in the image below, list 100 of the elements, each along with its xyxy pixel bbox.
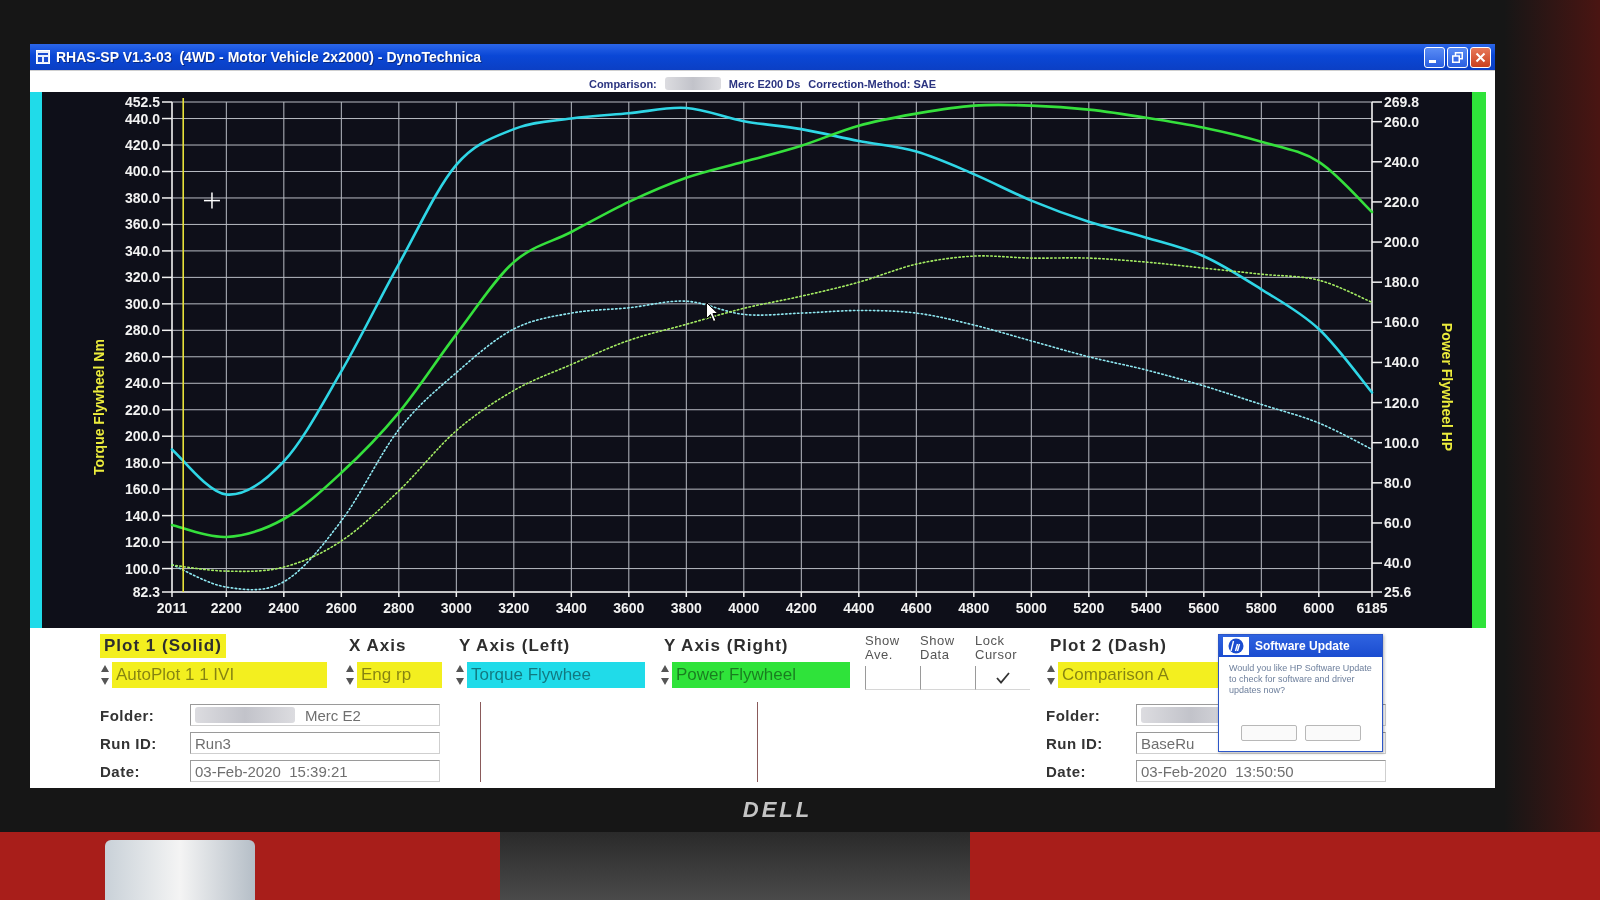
- right-y-tick-label: 160.0: [1371, 314, 1420, 331]
- checkbox[interactable]: [865, 666, 920, 690]
- y-tick-label: 160.0: [124, 481, 173, 498]
- y2-tick-label: 60.0: [1384, 514, 1412, 531]
- y-tick-label: 452.5: [124, 94, 173, 110]
- y-tick-label: 200.0: [124, 428, 161, 445]
- up-down-arrows-icon[interactable]: [660, 664, 670, 686]
- pointer-icon: [705, 302, 719, 323]
- y-tick-label: 420.0: [124, 137, 161, 154]
- plot-heading[interactable]: Plot 1 (Solid): [100, 634, 226, 658]
- y-tick-label: 280.0: [124, 322, 161, 339]
- axis-field[interactable]: Power Flywheel: [672, 662, 850, 688]
- y-tick-label: 440.0: [124, 110, 173, 127]
- up-down-arrows-icon[interactable]: [345, 664, 355, 686]
- x-tick-label: 4000: [728, 600, 760, 616]
- y-tick-label: 300.0: [124, 295, 161, 312]
- date-field[interactable]: 03-Feb-2020 13:50:50: [1136, 760, 1386, 782]
- y-tick-label: 360.0: [124, 216, 173, 233]
- y-tick-label: 300.0: [124, 295, 173, 312]
- x-tick-label: 4800: [958, 591, 990, 616]
- up-down-arrows-icon[interactable]: [100, 664, 110, 686]
- option-label: Show Data: [920, 634, 956, 664]
- close-icon: [1475, 51, 1486, 63]
- window-title: RHAS-SP V1.3-03 (4WD - Motor Vehicle 2x2000) - DynoTechnica: [56, 49, 482, 65]
- plot-heading[interactable]: Plot 2 (Dash): [1046, 634, 1171, 658]
- y-tick-label: 320.0: [124, 269, 161, 286]
- y2-tick-label: 240.0: [1384, 153, 1420, 170]
- date-label: Date:: [1046, 762, 1087, 780]
- axis-heading: Y Axis (Left): [458, 635, 572, 657]
- checkbox[interactable]: [920, 666, 975, 690]
- y-tick-label: 440.0: [124, 110, 161, 127]
- x-tick-label: 2800: [383, 600, 415, 616]
- y-tick-label: 420.0: [124, 137, 173, 153]
- x-tick-label: 5400: [1130, 591, 1162, 616]
- logo-icon: [1223, 637, 1249, 655]
- y-tick-label: 240.0: [124, 375, 173, 392]
- minimize-button[interactable]: [1424, 46, 1445, 68]
- x-tick-label: 5600: [1188, 600, 1220, 616]
- axis-field[interactable]: Eng rp: [357, 662, 442, 688]
- blurred-patch: [664, 77, 721, 90]
- x-tick-label: 2600: [325, 591, 357, 616]
- x-tick-label: 3200: [498, 591, 530, 616]
- y2-tick-label: 220.0: [1384, 193, 1420, 210]
- right-y-tick-label: 200.0: [1371, 234, 1420, 251]
- checkmark-icon: [996, 671, 1010, 684]
- axis-heading: Y Axis (Right): [663, 635, 790, 657]
- y-tick-label: 220.0: [124, 401, 173, 418]
- y2-tick-label: 180.0: [1384, 274, 1420, 291]
- x-tick-label: 5200: [1073, 591, 1105, 616]
- y-tick-label: 120.0: [124, 534, 161, 551]
- date-label: Date:: [100, 762, 141, 780]
- restore-icon: [1452, 51, 1463, 63]
- x-tick-label: 4600: [900, 600, 933, 616]
- x-tick-label: 5000: [1015, 591, 1047, 616]
- y2-tick-label: 269.8: [1384, 94, 1420, 110]
- y2-tick-label: 80.0: [1384, 474, 1412, 491]
- checkbox[interactable]: [975, 666, 1030, 690]
- date-field[interactable]: 03-Feb-2020 15:39:21: [190, 760, 440, 782]
- y2-tick-label: 200.0: [1384, 234, 1420, 251]
- up-down-arrows-icon[interactable]: [1046, 664, 1056, 686]
- right-y-axis-title: Power Flywheel HP: [1439, 322, 1455, 452]
- cursor-line[interactable]: [182, 97, 184, 593]
- right-y-tick-label: 80.0: [1371, 474, 1412, 491]
- x-tick-label: 5000: [1015, 600, 1048, 616]
- y-tick-label: 140.0: [124, 507, 161, 524]
- x-tick-label: 3000: [440, 591, 472, 616]
- axis-heading: X Axis: [348, 635, 408, 657]
- comparison-run-name: Merc E200 Ds: [728, 78, 801, 90]
- x-tick-label: 4800: [958, 600, 990, 616]
- axis-field[interactable]: Torque Flywhee: [467, 662, 645, 688]
- right-y-tick-label: 260.0: [1371, 113, 1420, 130]
- y-tick-label: 100.0: [124, 560, 161, 577]
- right-y-tick-label: 180.0: [1371, 274, 1420, 291]
- x-tick-label: 2600: [325, 600, 358, 616]
- x-tick-label: 6185: [1356, 600, 1388, 616]
- comparison-label: Comparison:: [588, 78, 657, 90]
- y-tick-label: 200.0: [124, 428, 173, 445]
- folder-label: Folder:: [100, 706, 156, 724]
- x-tick-label: 6000: [1303, 600, 1335, 616]
- y2-tick-label: 260.0: [1384, 113, 1420, 130]
- close-button[interactable]: [1470, 46, 1491, 68]
- y-tick-label: 340.0: [124, 242, 161, 259]
- folder-field[interactable]: Merc E2: [190, 704, 440, 726]
- run-id-label: Run ID:: [100, 734, 158, 752]
- x-tick-label: 2011: [156, 600, 188, 616]
- y-tick-label: 120.0: [124, 534, 173, 551]
- x-tick-label: 3400: [555, 600, 588, 616]
- x-tick-label: 2400: [268, 591, 300, 616]
- x-tick-label: 4200: [785, 591, 817, 616]
- up-down-arrows-icon[interactable]: [455, 664, 465, 686]
- run-id-field[interactable]: Run3: [190, 732, 440, 754]
- y2-tick-label: 120.0: [1384, 394, 1420, 411]
- option-label: Lock Cursor: [975, 634, 1018, 664]
- restore-button[interactable]: [1447, 46, 1468, 68]
- right-y-tick-label: 220.0: [1371, 193, 1420, 210]
- y-tick-label: 400.0: [124, 163, 161, 180]
- x-tick-label: 3000: [440, 600, 473, 616]
- plot-source-field[interactable]: AutoPlot 1 1 IVI: [112, 662, 327, 688]
- y-tick-label: 260.0: [124, 348, 161, 365]
- x-tick-label: 5800: [1245, 600, 1278, 616]
